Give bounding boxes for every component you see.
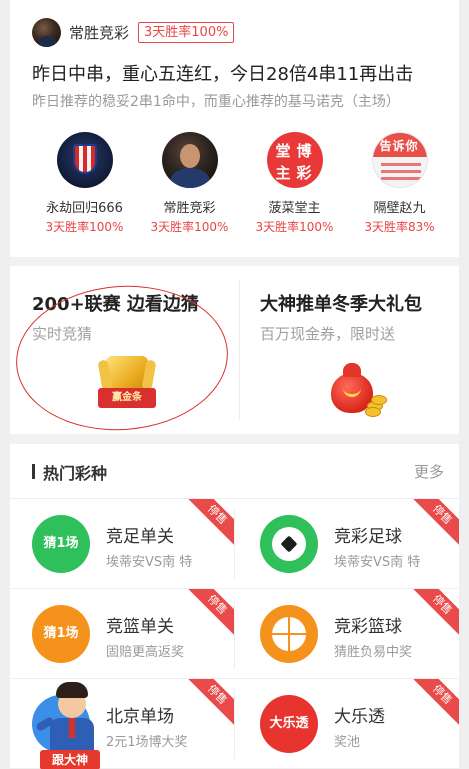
lottery-item[interactable]: 竞彩足球 埃蒂安VS南 特 停售 [235,499,459,588]
mascot-hair [56,682,88,698]
lottery-item[interactable]: 猜1场 竞足单关 埃蒂安VS南 特 停售 [10,499,234,588]
expert-win-rate: 3天胜率100% [255,220,334,234]
author-avatar[interactable] [32,17,61,47]
stop-sale-ribbon: 停售 [185,589,234,637]
atletico-crest-avatar[interactable] [56,132,113,188]
winter-gift-promo[interactable]: 大神推单冬季大礼包 百万现金券，限时送 [239,266,459,434]
expert-win-rate: 3天胜率100% [150,220,229,234]
lottery-name: 竞篮单关 [106,617,174,637]
promo-subtitle: 百万现金券，限时送 [260,325,396,343]
expert-item[interactable]: 堂博 主彩 菠菜堂主 3天胜率100% [242,132,347,235]
basketball-icon [260,605,318,663]
section-header: 热门彩种 更多 [10,444,459,499]
news-headline[interactable]: 昨日中串，重心五连红，今日28倍4串11再出击 [32,60,442,86]
lottery-item[interactable]: 大乐透 大乐透 奖池 停售 [235,679,459,768]
red-logo-avatar[interactable]: 堂博 主彩 [266,132,323,188]
lottery-name: 北京单场 [106,707,174,727]
stop-sale-ribbon: 停售 [410,589,459,637]
lottery-desc: 固赔更高返奖 [106,645,185,660]
expert-name: 常胜竞彩 [163,201,216,216]
expert-win-rate: 3天胜率100% [45,220,124,234]
win-rate-badge: 3天胜率100% [138,21,235,43]
super-lotto-icon: 大乐透 [260,695,318,753]
promo-title: 大神推单冬季大礼包 [260,294,422,315]
person-avatar[interactable] [161,132,218,188]
more-link[interactable]: 更多 [414,461,444,482]
section-title: 热门彩种 [43,464,108,483]
notice-logo-avatar[interactable]: 告诉你 [371,132,428,188]
expert-name: 永劫回归666 [46,201,123,216]
expert-win-rate: 3天胜率83% [364,220,435,234]
mascot-tie [69,718,75,738]
section-bar [32,464,35,479]
follow-expert-mascot-button[interactable]: 跟大神 [32,680,112,769]
guess-one-icon: 猜1场 [32,515,90,573]
lottery-name: 大乐透 [334,707,385,727]
expert-item[interactable]: 告诉你 隔壁赵九 3天胜率83% [347,132,452,235]
lottery-name: 竞彩篮球 [334,617,402,637]
expert-list: 永劫回归666 3天胜率100% 常胜竞彩 3天胜率100% 堂博 主彩 菠菜堂… [32,132,452,235]
stop-sale-ribbon: 停售 [410,499,459,547]
lottery-desc: 2元1场博大奖 [106,735,188,750]
stop-sale-ribbon: 停售 [410,679,459,727]
lottery-name: 竞彩足球 [334,527,402,547]
lottery-row: 猜1场 竞足单关 埃蒂安VS南 特 停售 竞彩足球 埃蒂安VS南 特 停售 [10,499,459,589]
lottery-desc: 埃蒂安VS南 特 [106,555,193,570]
left-margin [0,0,10,769]
lottery-name: 竞足单关 [106,527,174,547]
money-bag-icon [331,361,391,417]
mascot-tag: 跟大神 [40,750,100,769]
lottery-item[interactable]: 竞彩篮球 猜胜负易中奖 停售 [235,589,459,678]
expert-name: 菠菜堂主 [268,201,321,216]
lottery-desc: 埃蒂安VS南 特 [334,555,421,570]
lottery-item[interactable]: 猜1场 竞篮单关 固赔更高返奖 停售 [10,589,234,678]
soccer-ball-icon [260,515,318,573]
guess-one-icon: 猜1场 [32,605,90,663]
expert-item[interactable]: 常胜竞彩 3天胜率100% [137,132,242,235]
stop-sale-ribbon: 停售 [185,679,234,727]
expert-news-card[interactable]: 常胜竞彩 3天胜率100% 昨日中串，重心五连红，今日28倍4串11再出击 昨日… [10,0,459,257]
right-margin [459,0,469,769]
expert-name: 隔壁赵九 [373,201,426,216]
author-row[interactable]: 常胜竞彩 3天胜率100% [32,17,235,47]
lottery-desc: 奖池 [334,735,361,750]
stop-sale-ribbon: 停售 [185,499,234,547]
lottery-desc: 猜胜负易中奖 [334,645,413,660]
expert-item[interactable]: 永劫回归666 3天胜率100% [32,132,137,235]
lottery-row: 猜1场 竞篮单关 固赔更高返奖 停售 竞彩篮球 猜胜负易中奖 停售 [10,589,459,679]
author-name[interactable]: 常胜竞彩 [69,22,129,43]
news-summary: 昨日推荐的稳妥2串1命中，而重心推荐的基马诺克（主场） [32,94,400,110]
